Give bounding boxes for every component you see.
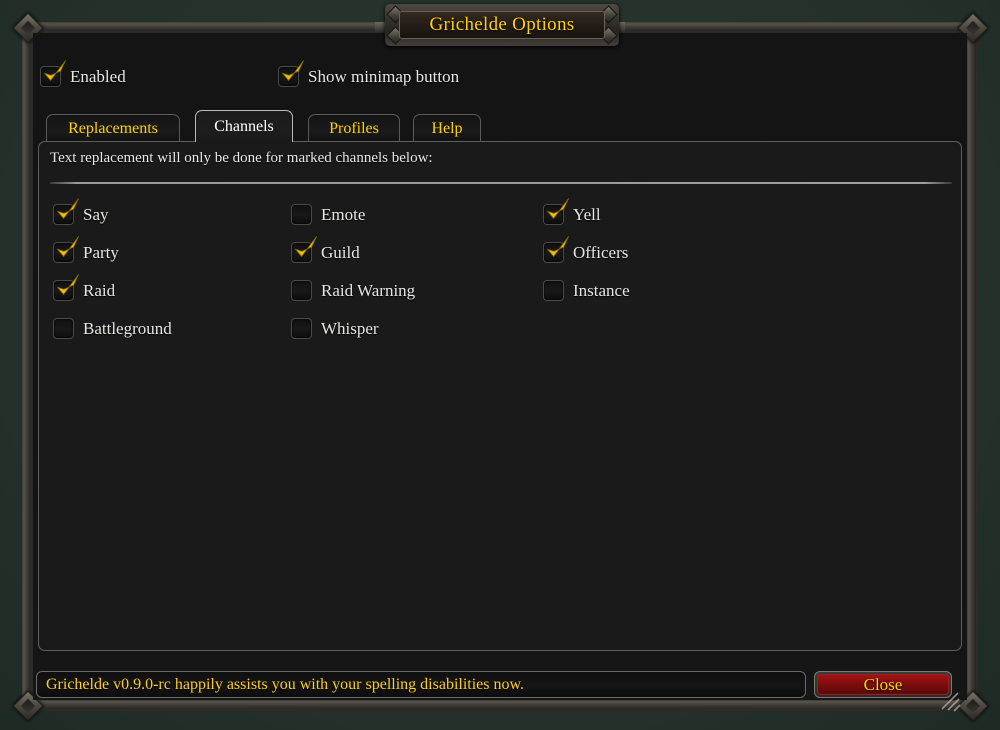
checkbox-label-emote: Emote <box>321 204 366 224</box>
checkmark-icon <box>543 235 571 263</box>
checkbox-checked-icon-say[interactable] <box>53 198 79 225</box>
checkbox-label-whisper: Whisper <box>321 318 379 338</box>
checkbox-row-emote[interactable]: Emote <box>291 204 365 225</box>
close-button-label: Close <box>863 674 903 694</box>
checkmark-icon <box>53 197 81 225</box>
checkbox-row-battleground[interactable]: Battleground <box>53 318 172 339</box>
checkbox-row-guild[interactable]: Guild <box>291 236 360 263</box>
window-title: Grichelde Options <box>429 14 575 35</box>
checkmark-icon <box>291 235 319 263</box>
checkbox-label-raid: Raid <box>83 280 116 300</box>
global-options-row: Enabled Show minimap button <box>40 60 940 94</box>
checkmark-icon <box>278 59 306 87</box>
checkbox-label-say: Say <box>83 204 109 224</box>
checkbox-checked-icon-officers[interactable] <box>543 236 569 263</box>
checkbox-unchecked-icon-emote[interactable] <box>291 204 312 225</box>
checkbox-label-show-minimap-button: Show minimap button <box>308 66 460 86</box>
checkbox-row-raid[interactable]: Raid <box>53 274 116 301</box>
checkmark-icon <box>53 273 81 301</box>
checkbox-label-party: Party <box>83 242 119 262</box>
checkbox-row-officers[interactable]: Officers <box>543 236 629 263</box>
titlebar-plate: Grichelde Options <box>399 11 605 39</box>
tab-label-channels: Channels <box>214 117 274 135</box>
close-button-face: Close <box>817 674 949 695</box>
window-frame-bottom <box>22 700 978 711</box>
checkbox-unchecked-icon-battleground[interactable] <box>53 318 74 339</box>
tab-help[interactable]: Help <box>413 114 481 142</box>
checkmark-icon <box>40 59 68 87</box>
panel-header-text: Text replacement will only be done for m… <box>50 150 433 166</box>
window-titlebar[interactable]: Grichelde Options <box>385 4 619 46</box>
checkbox-row-whisper[interactable]: Whisper <box>291 318 379 339</box>
checkbox-checked-icon-guild[interactable] <box>291 236 317 263</box>
checkbox-row-say[interactable]: Say <box>53 198 109 225</box>
checkbox-unchecked-icon-whisper[interactable] <box>291 318 312 339</box>
checkbox-unchecked-icon-instance[interactable] <box>543 280 564 301</box>
title-frame-nub-left-icon <box>375 22 385 33</box>
checkbox-checked-icon-enabled[interactable] <box>40 60 66 87</box>
checkbox-row-instance[interactable]: Instance <box>543 280 630 301</box>
checkbox-checked-icon-show-minimap-button[interactable] <box>278 60 304 87</box>
checkmark-icon <box>53 235 81 263</box>
addon-options-window: Grichelde Options Enabled Show minimap bu… <box>0 0 1000 730</box>
resize-grip-icon[interactable] <box>936 689 966 715</box>
status-text: Grichelde v0.9.0-rc happily assists you … <box>46 675 525 693</box>
checkmark-icon <box>543 197 571 225</box>
checkbox-label-yell: Yell <box>573 204 601 224</box>
tab-label-help: Help <box>431 119 463 137</box>
tab-replacements[interactable]: Replacements <box>46 114 180 142</box>
window-frame-right <box>967 22 978 711</box>
tab-profiles[interactable]: Profiles <box>308 114 400 142</box>
checkbox-row-yell[interactable]: Yell <box>543 198 601 225</box>
checkbox-checked-icon-yell[interactable] <box>543 198 569 225</box>
checkbox-row-party[interactable]: Party <box>53 236 119 263</box>
checkbox-label-instance: Instance <box>573 280 630 300</box>
checkbox-checked-icon-party[interactable] <box>53 236 79 263</box>
close-button[interactable]: Close <box>814 671 952 698</box>
tab-label-replacements: Replacements <box>68 119 158 137</box>
status-bar: Grichelde v0.9.0-rc happily assists you … <box>36 671 806 698</box>
checkbox-checked-icon-raid[interactable] <box>53 274 79 301</box>
checkbox-label-officers: Officers <box>573 242 629 262</box>
checkbox-label-guild: Guild <box>321 242 360 262</box>
checkbox-unchecked-icon-raid-warning[interactable] <box>291 280 312 301</box>
checkbox-row-enabled[interactable]: Enabled <box>40 60 126 87</box>
tab-label-profiles: Profiles <box>329 119 379 137</box>
checkbox-label-battleground: Battleground <box>83 318 172 338</box>
checkbox-row-raid-warning[interactable]: Raid Warning <box>291 280 415 301</box>
checkbox-label-raid-warning: Raid Warning <box>321 280 416 300</box>
checkbox-label-enabled: Enabled <box>70 66 126 86</box>
tab-channels[interactable]: Channels <box>195 110 293 142</box>
panel-divider <box>50 182 952 184</box>
window-frame-left <box>22 22 33 711</box>
tab-content-panel: Text replacement will only be done for m… <box>38 141 962 651</box>
checkbox-row-show-minimap-button[interactable]: Show minimap button <box>278 60 460 87</box>
